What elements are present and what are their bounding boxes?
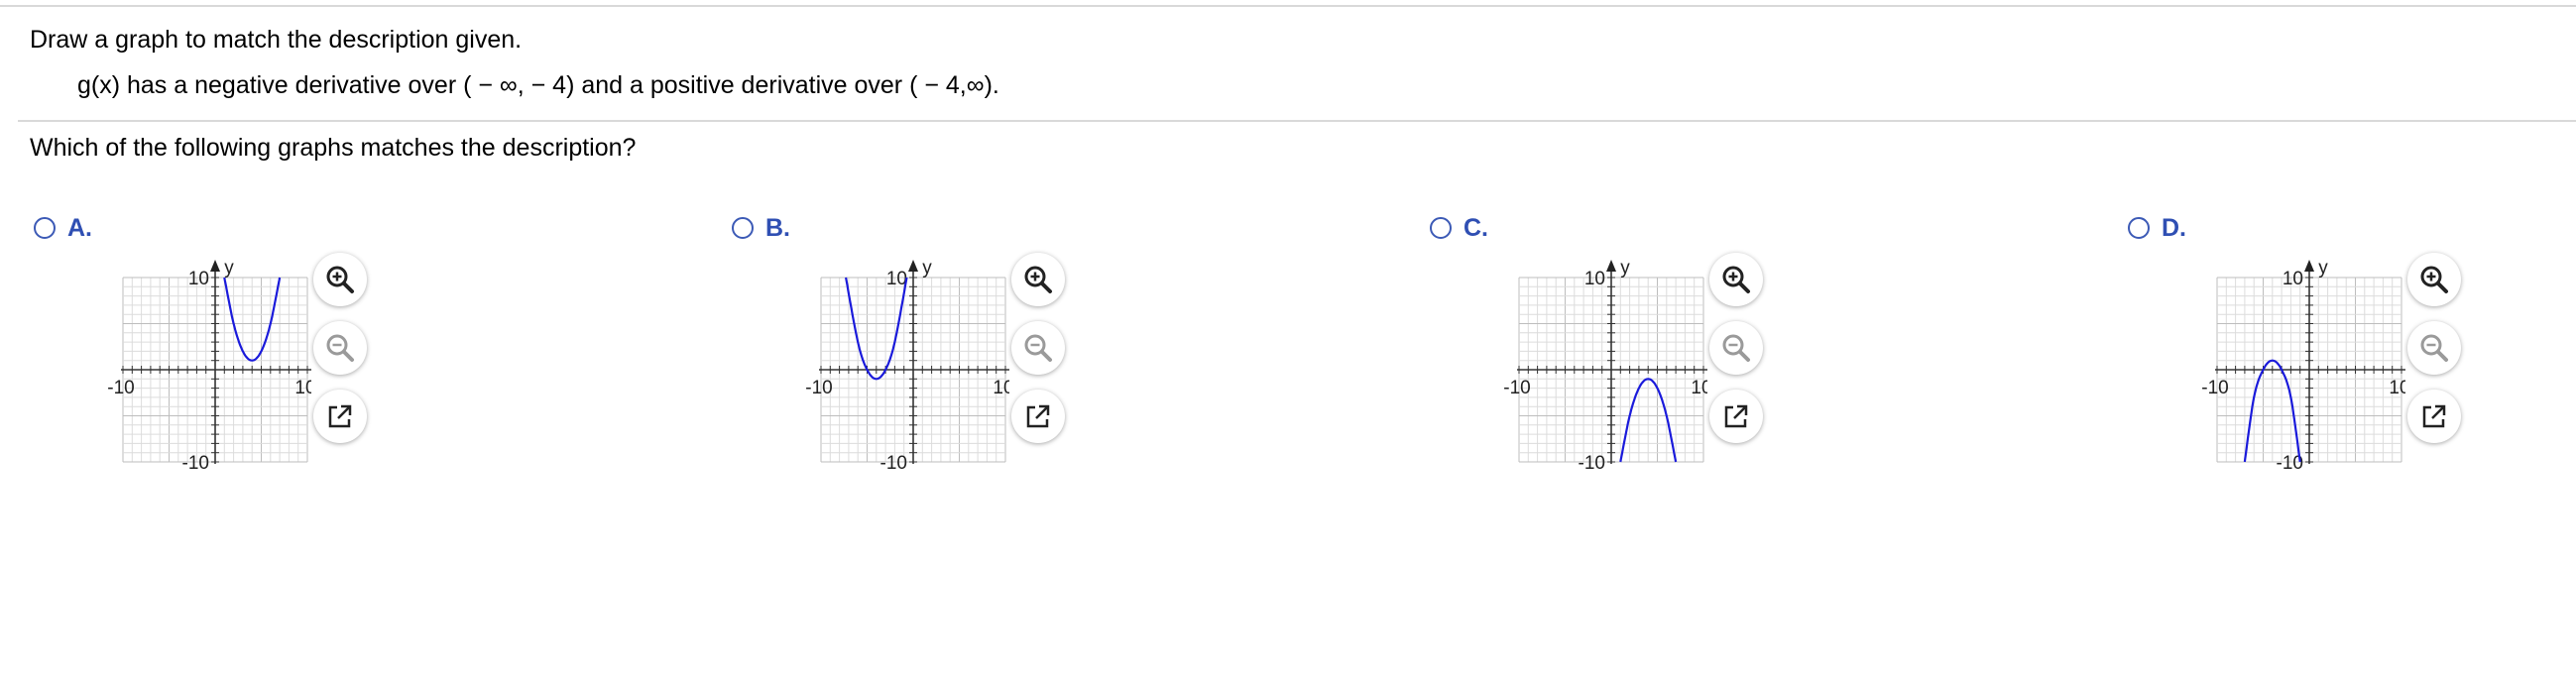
graph-b-axis-labels: -101010-10xy xyxy=(805,258,1009,470)
graph-c-axis-labels: -101010-10xy xyxy=(1503,258,1707,470)
graph-a-axis-labels: -101010-10xy xyxy=(107,258,311,470)
option-c-radio[interactable] xyxy=(1430,217,1452,239)
option-d-radio[interactable] xyxy=(2128,217,2150,239)
graph-a-label-y: y xyxy=(224,258,234,279)
graph-a-y-arrow xyxy=(210,260,220,272)
option-d-label: D. xyxy=(2162,213,2186,242)
graph-d-label-xmax: 10 xyxy=(2389,378,2405,398)
option-b-open-external-button[interactable] xyxy=(1011,390,1065,443)
graph-a-axes xyxy=(121,260,311,464)
graph-c: -101010-10xy xyxy=(1503,258,1707,470)
zoom-out-icon xyxy=(1024,334,1052,362)
graph-b-label-y: y xyxy=(922,258,932,279)
graph-b-label-ymin: -10 xyxy=(880,453,907,470)
open-external-icon xyxy=(2422,404,2446,428)
option-a-radio[interactable] xyxy=(34,217,56,239)
zoom-out-icon xyxy=(2420,334,2448,362)
graph-c-label-y: y xyxy=(1620,258,1630,279)
graph-c-label-xmin: -10 xyxy=(1503,378,1530,398)
graph-a-label-xmin: -10 xyxy=(107,378,134,398)
option-b: B. -101010-10xy xyxy=(732,208,1386,506)
option-b-zoom-out-button[interactable] xyxy=(1011,321,1065,375)
question-text: Which of the following graphs matches th… xyxy=(30,134,637,162)
graph-b-label-xmin: -10 xyxy=(805,378,832,398)
graph-c-label-ymax: 10 xyxy=(1584,269,1605,289)
zoom-in-icon xyxy=(2420,266,2448,293)
option-b-zoom-in-button[interactable] xyxy=(1011,253,1065,306)
graph-d-label-xmin: -10 xyxy=(2201,378,2228,398)
zoom-out-icon xyxy=(1722,334,1750,362)
option-a-open-external-button[interactable] xyxy=(313,390,367,443)
option-a-radio-row[interactable]: A. xyxy=(34,208,92,248)
instruction-text: Draw a graph to match the description gi… xyxy=(30,26,523,54)
open-external-icon xyxy=(1026,404,1050,428)
graph-b: -101010-10xy xyxy=(805,258,1009,470)
open-external-icon xyxy=(1724,404,1748,428)
graph-c-y-arrow xyxy=(1606,260,1616,272)
top-divider xyxy=(0,5,2576,7)
zoom-in-icon xyxy=(326,266,354,293)
option-c: C. -101010-10xy xyxy=(1430,208,2084,506)
graph-d: -101010-10xy xyxy=(2201,258,2405,470)
graph-a-label-xmax: 10 xyxy=(294,378,311,398)
graph-d-label-y: y xyxy=(2318,258,2328,279)
option-b-radio-row[interactable]: B. xyxy=(732,208,790,248)
section-divider xyxy=(18,120,2576,122)
graph-b-y-arrow xyxy=(908,260,918,272)
zoom-in-icon xyxy=(1722,266,1750,293)
option-d-zoom-in-button[interactable] xyxy=(2407,253,2461,306)
option-c-zoom-in-button[interactable] xyxy=(1709,253,1763,306)
description-text: g(x) has a negative derivative over ( − … xyxy=(77,71,999,99)
graph-c-label-ymin: -10 xyxy=(1579,453,1605,470)
zoom-in-icon xyxy=(1024,266,1052,293)
graph-d-axis-labels: -101010-10xy xyxy=(2201,258,2405,470)
option-d-open-external-button[interactable] xyxy=(2407,390,2461,443)
option-c-label: C. xyxy=(1464,213,1488,242)
option-a-label: A. xyxy=(67,213,92,242)
option-a: A. -101010-10xy xyxy=(34,208,688,506)
graph-d-axes xyxy=(2215,260,2405,464)
graph-b-label-xmax: 10 xyxy=(993,378,1009,398)
option-a-zoom-in-button[interactable] xyxy=(313,253,367,306)
open-external-icon xyxy=(328,404,352,428)
option-c-open-external-button[interactable] xyxy=(1709,390,1763,443)
zoom-out-icon xyxy=(326,334,354,362)
graph-d-label-ymax: 10 xyxy=(2283,269,2303,289)
option-d: D. -101010-10xy xyxy=(2128,208,2576,506)
option-d-zoom-out-button[interactable] xyxy=(2407,321,2461,375)
graph-c-label-xmax: 10 xyxy=(1691,378,1707,398)
graph-a-label-ymin: -10 xyxy=(182,453,209,470)
option-a-zoom-out-button[interactable] xyxy=(313,321,367,375)
option-b-radio[interactable] xyxy=(732,217,754,239)
graph-d-y-arrow xyxy=(2304,260,2314,272)
graph-c-axes xyxy=(1517,260,1707,464)
option-c-radio-row[interactable]: C. xyxy=(1430,208,1488,248)
option-c-zoom-out-button[interactable] xyxy=(1709,321,1763,375)
graph-a-label-ymax: 10 xyxy=(188,269,209,289)
option-d-radio-row[interactable]: D. xyxy=(2128,208,2186,248)
graph-a: -101010-10xy xyxy=(107,258,311,470)
option-b-label: B. xyxy=(765,213,790,242)
